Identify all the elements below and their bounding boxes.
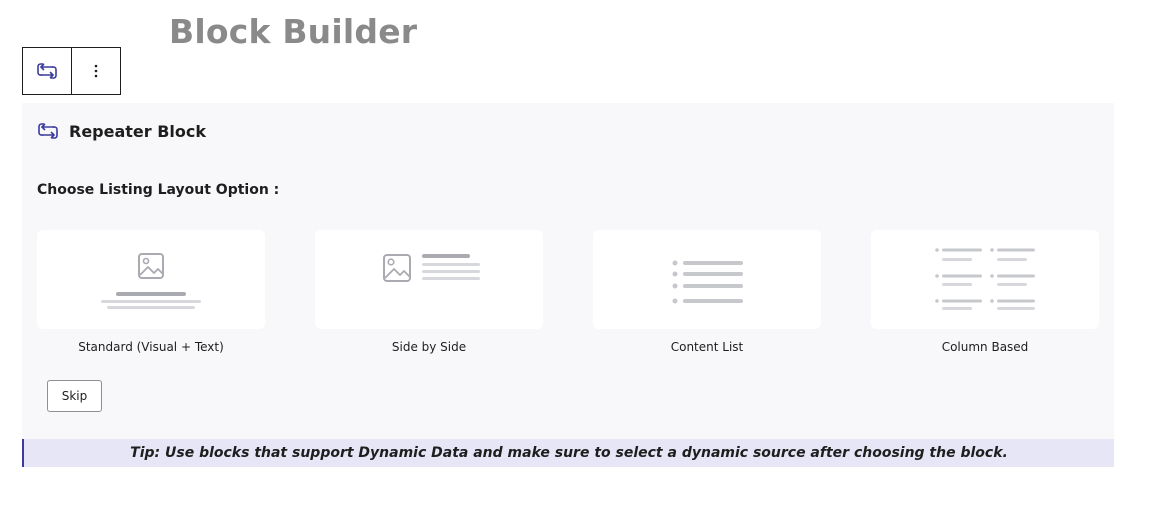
choose-layout-label: Choose Listing Layout Option : xyxy=(37,182,280,198)
block-toolbar xyxy=(22,47,121,95)
block-type-button[interactable] xyxy=(23,48,71,94)
layout-card-column-based[interactable] xyxy=(871,230,1099,329)
tip-bar: Tip: Use blocks that support Dynamic Dat… xyxy=(22,439,1114,467)
side-by-side-layout-icon xyxy=(315,230,543,329)
tip-text: Tip: Use blocks that support Dynamic Dat… xyxy=(130,445,1008,461)
layout-label: Content List xyxy=(670,340,744,354)
page-title: Block Builder xyxy=(169,12,418,51)
panel-title: Repeater Block xyxy=(69,121,207,141)
layout-option-column-based[interactable]: Column Based xyxy=(871,230,1099,354)
layout-option-side-by-side[interactable]: Side by Side xyxy=(315,230,543,354)
panel-header: Repeater Block xyxy=(36,119,206,143)
layout-card-standard[interactable] xyxy=(37,230,265,329)
layout-label: Column Based xyxy=(941,340,1029,354)
column-based-layout-icon xyxy=(871,230,1099,329)
layout-card-side-by-side[interactable] xyxy=(315,230,543,329)
standard-layout-icon xyxy=(37,230,265,329)
layout-card-content-list[interactable] xyxy=(593,230,821,329)
layout-option-content-list[interactable]: Content List xyxy=(593,230,821,354)
repeat-arrows-icon xyxy=(35,59,59,83)
repeat-arrows-icon xyxy=(36,119,60,143)
content-list-layout-icon xyxy=(593,230,821,329)
more-options-button[interactable] xyxy=(71,48,120,94)
layout-label: Standard (Visual + Text) xyxy=(78,340,224,354)
layout-option-standard[interactable]: Standard (Visual + Text) xyxy=(37,230,265,354)
vertical-ellipsis-icon xyxy=(84,59,108,83)
skip-button[interactable]: Skip xyxy=(47,380,102,412)
repeater-block-panel: Repeater Block Choose Listing Layout Opt… xyxy=(22,103,1114,439)
layout-label: Side by Side xyxy=(391,340,467,354)
